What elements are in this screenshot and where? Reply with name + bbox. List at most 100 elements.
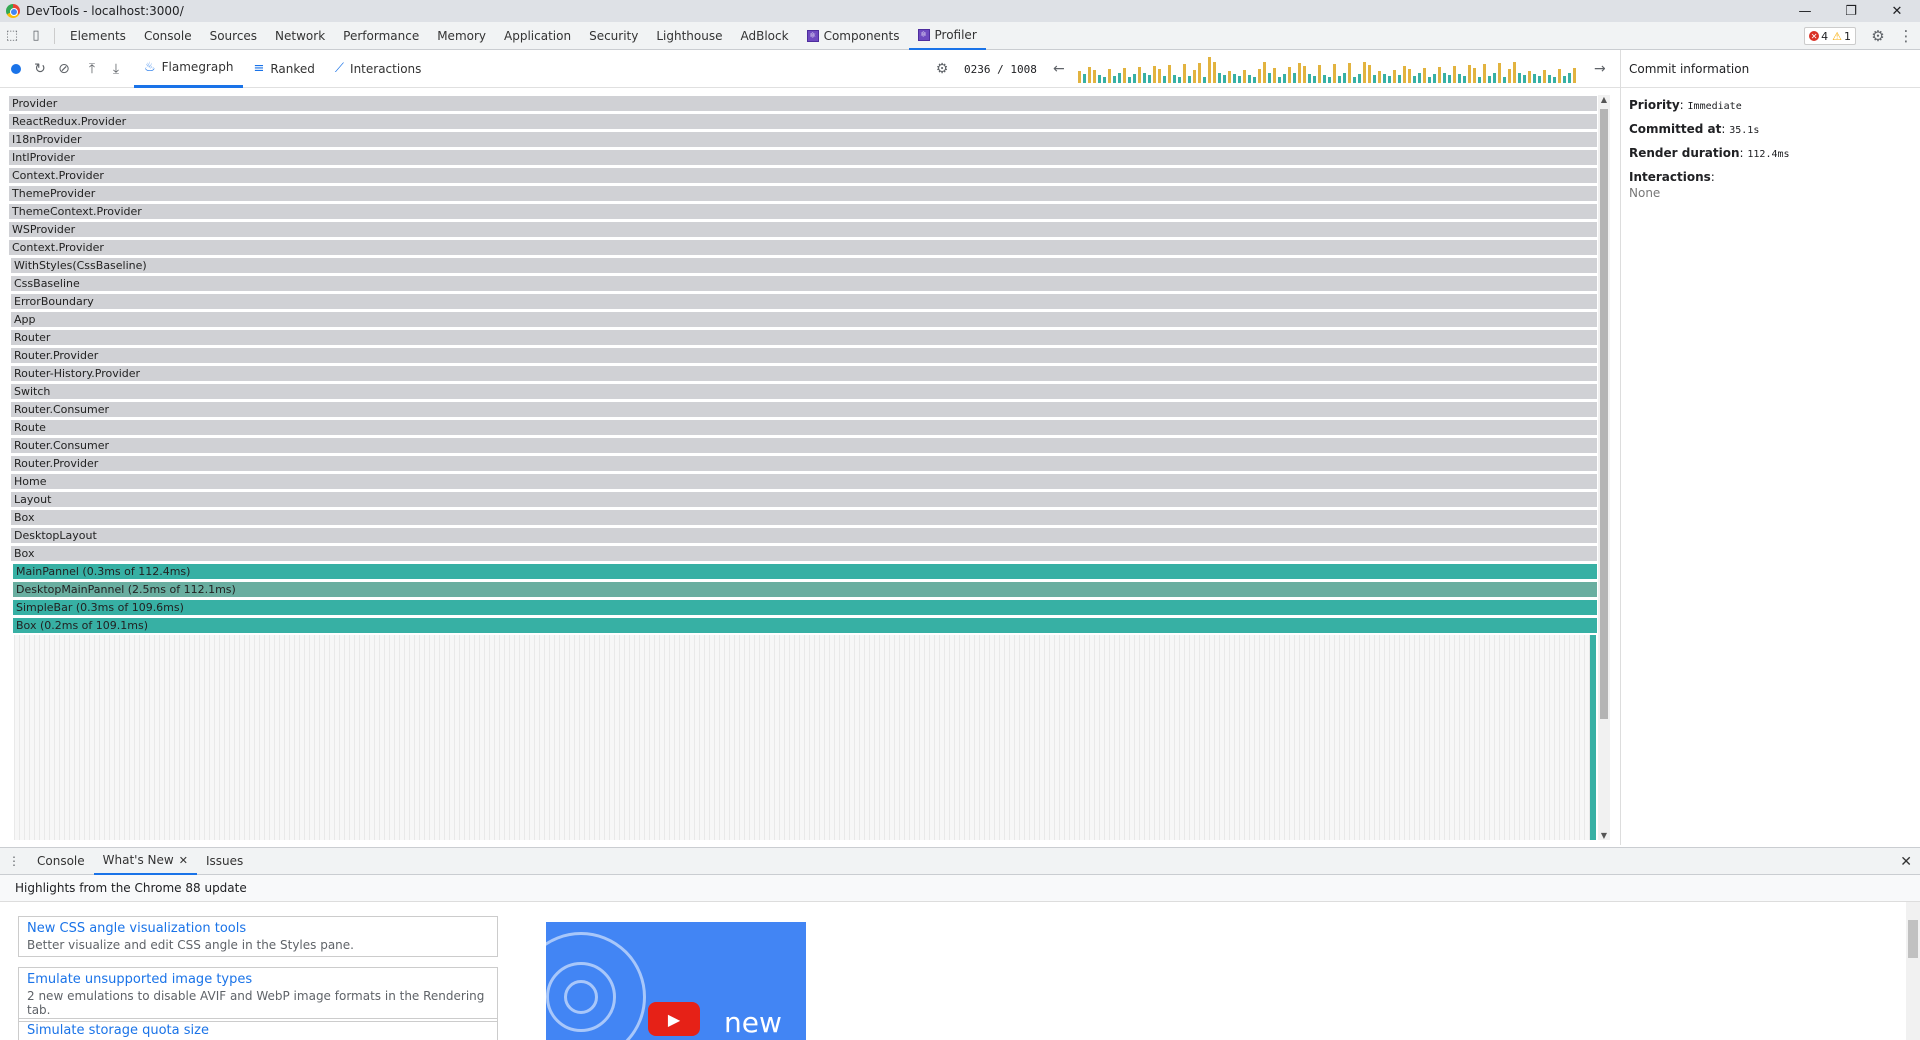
- commit-bar[interactable]: [1338, 76, 1341, 83]
- commit-bar[interactable]: [1543, 70, 1546, 83]
- commit-bar[interactable]: [1358, 74, 1361, 83]
- flamegraph-node[interactable]: ThemeProvider: [8, 185, 1598, 202]
- commit-bar[interactable]: [1513, 62, 1516, 83]
- commit-bar[interactable]: [1443, 73, 1446, 83]
- commit-bar[interactable]: [1498, 63, 1501, 83]
- commit-bar[interactable]: [1198, 63, 1201, 83]
- commit-bar[interactable]: [1493, 73, 1496, 83]
- close-drawer-icon[interactable]: ✕: [1900, 848, 1912, 875]
- tab-sources[interactable]: Sources: [201, 22, 266, 50]
- commit-bar[interactable]: [1143, 73, 1146, 83]
- commit-bar[interactable]: [1423, 68, 1426, 83]
- flamegraph-node[interactable]: SimpleBar (0.3ms of 109.6ms): [12, 599, 1598, 616]
- commit-bar[interactable]: [1248, 75, 1251, 83]
- commit-bar[interactable]: [1368, 65, 1371, 83]
- flamegraph-node[interactable]: Box: [10, 509, 1598, 526]
- commit-bar[interactable]: [1448, 75, 1451, 83]
- tab-console[interactable]: Console: [135, 22, 201, 50]
- clear-profile-icon[interactable]: ⊘: [52, 57, 76, 81]
- commit-bar[interactable]: [1488, 76, 1491, 83]
- card-title-link[interactable]: Emulate unsupported image types: [27, 972, 489, 987]
- profiler-tab-interactions[interactable]: ⟋ Interactions: [325, 50, 431, 88]
- flamegraph-node[interactable]: MainPannel (0.3ms of 112.4ms): [12, 563, 1598, 580]
- commit-bar[interactable]: [1353, 77, 1356, 83]
- commit-bar[interactable]: [1098, 75, 1101, 83]
- tab-lighthouse[interactable]: Lighthouse: [647, 22, 731, 50]
- commit-bar[interactable]: [1178, 77, 1181, 83]
- commit-bar[interactable]: [1508, 69, 1511, 83]
- commit-bar[interactable]: [1413, 76, 1416, 83]
- flamegraph-node[interactable]: Router.Provider: [10, 455, 1598, 472]
- issues-badge[interactable]: ✕ 4 ⚠ 1: [1804, 27, 1856, 45]
- commit-bar[interactable]: [1138, 67, 1141, 83]
- flamegraph-node[interactable]: Box (0.2ms of 109.1ms): [12, 617, 1598, 634]
- commit-bar[interactable]: [1388, 76, 1391, 83]
- flamegraph-node[interactable]: Router: [10, 329, 1598, 346]
- commit-bar[interactable]: [1568, 73, 1571, 83]
- scroll-down-arrow-icon[interactable]: ▼: [1598, 831, 1610, 840]
- tab-elements[interactable]: Elements: [61, 22, 135, 50]
- commit-bar[interactable]: [1188, 76, 1191, 83]
- commit-bar[interactable]: [1553, 77, 1556, 83]
- commit-bar[interactable]: [1393, 70, 1396, 83]
- flamegraph-node[interactable]: CssBaseline: [10, 275, 1598, 292]
- commit-bar[interactable]: [1103, 77, 1106, 83]
- commit-bar[interactable]: [1558, 69, 1561, 83]
- commit-bar[interactable]: [1133, 74, 1136, 83]
- commit-bar[interactable]: [1258, 69, 1261, 83]
- commit-bar[interactable]: [1533, 74, 1536, 83]
- record-button[interactable]: [4, 57, 28, 81]
- commit-bar[interactable]: [1228, 71, 1231, 83]
- flamegraph-node[interactable]: DesktopLayout: [10, 527, 1598, 544]
- flamegraph-node[interactable]: Provider: [8, 95, 1598, 112]
- commit-bar[interactable]: [1563, 76, 1566, 83]
- commit-bar[interactable]: [1548, 75, 1551, 83]
- commit-bar[interactable]: [1318, 65, 1321, 83]
- close-window-button[interactable]: ✕: [1874, 0, 1920, 22]
- commit-bar[interactable]: [1378, 71, 1381, 83]
- profiler-tab-flamegraph[interactable]: ♨ Flamegraph: [134, 50, 244, 88]
- commit-bar[interactable]: [1278, 77, 1281, 83]
- tab-adblock[interactable]: AdBlock: [732, 22, 798, 50]
- tab-network[interactable]: Network: [266, 22, 334, 50]
- next-commit-arrow-icon[interactable]: →: [1594, 50, 1606, 88]
- flamegraph-node[interactable]: DesktopMainPannel (2.5ms of 112.1ms): [12, 581, 1598, 598]
- more-options-icon[interactable]: ⋮: [1892, 27, 1920, 45]
- drawer-scrollbar-thumb[interactable]: [1908, 920, 1918, 958]
- commit-bar[interactable]: [1268, 73, 1271, 83]
- commit-bar[interactable]: [1153, 66, 1156, 83]
- minimize-button[interactable]: —: [1782, 0, 1828, 22]
- flamegraph-node[interactable]: ErrorBoundary: [10, 293, 1598, 310]
- commit-bar[interactable]: [1528, 71, 1531, 83]
- commit-bar[interactable]: [1373, 75, 1376, 83]
- flamegraph-node[interactable]: ReactRedux.Provider: [8, 113, 1598, 130]
- flamegraph-node[interactable]: IntlProvider: [8, 149, 1598, 166]
- commit-bar[interactable]: [1233, 74, 1236, 83]
- flamegraph-node[interactable]: WithStyles(CssBaseline): [10, 257, 1598, 274]
- inspect-element-icon[interactable]: ⬚: [0, 22, 24, 50]
- flamegraph-node[interactable]: Route: [10, 419, 1598, 436]
- commit-bar[interactable]: [1438, 67, 1441, 83]
- card-title-link[interactable]: New CSS angle visualization tools: [27, 921, 489, 936]
- commit-bar[interactable]: [1458, 74, 1461, 83]
- tab-performance[interactable]: Performance: [334, 22, 428, 50]
- commit-bar[interactable]: [1308, 74, 1311, 83]
- commit-bar[interactable]: [1253, 77, 1256, 83]
- commit-bar[interactable]: [1158, 69, 1161, 83]
- commit-bar[interactable]: [1128, 77, 1131, 83]
- commit-bar[interactable]: [1398, 75, 1401, 83]
- flamegraph-node[interactable]: Home: [10, 473, 1598, 490]
- save-profile-icon[interactable]: ⤓: [104, 57, 128, 81]
- load-profile-icon[interactable]: ⤒: [80, 57, 104, 81]
- commit-bar[interactable]: [1243, 70, 1246, 83]
- commit-bar[interactable]: [1403, 66, 1406, 83]
- commit-bar[interactable]: [1093, 70, 1096, 83]
- commit-bar[interactable]: [1503, 77, 1506, 83]
- drawer-menu-icon[interactable]: ⋮: [0, 854, 28, 868]
- drawer-tab-console[interactable]: Console: [28, 848, 94, 875]
- flamegraph-node[interactable]: App: [10, 311, 1598, 328]
- commit-bar[interactable]: [1183, 64, 1186, 83]
- commit-bar[interactable]: [1193, 70, 1196, 83]
- profiler-tab-ranked[interactable]: ≡ Ranked: [243, 50, 324, 88]
- commit-bar[interactable]: [1348, 63, 1351, 83]
